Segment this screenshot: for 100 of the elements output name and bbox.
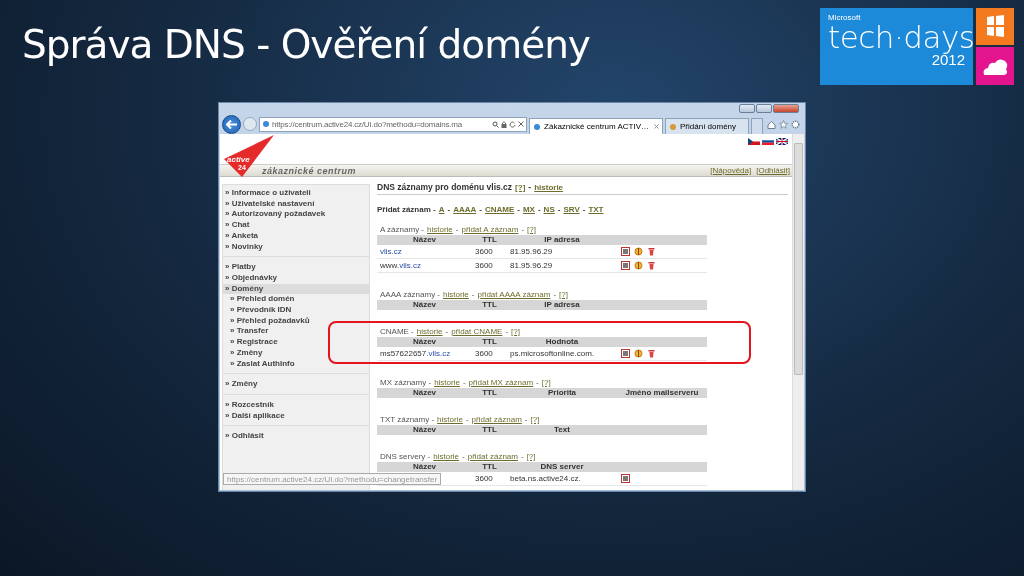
- circle-icon[interactable]: [634, 261, 643, 270]
- link[interactable]: [?]: [515, 183, 526, 192]
- column-header: TTL: [472, 425, 507, 435]
- edit-icon[interactable]: [621, 474, 630, 483]
- back-button[interactable]: [222, 114, 241, 134]
- ttl-cell: 3600: [475, 261, 493, 270]
- edit-icon[interactable]: [621, 349, 630, 358]
- sidebar-item[interactable]: » Platby: [223, 262, 369, 273]
- column-header: Text: [507, 425, 617, 435]
- flag-icon[interactable]: [762, 138, 774, 145]
- flag-icon[interactable]: [748, 138, 760, 145]
- sidebar-item[interactable]: » Změny: [223, 379, 369, 390]
- link[interactable]: přidat záznam: [471, 415, 522, 424]
- sidebar-item[interactable]: » Uživatelské nastavení: [223, 198, 369, 210]
- link[interactable]: historie: [427, 225, 453, 234]
- search-icon[interactable]: [492, 120, 500, 128]
- link[interactable]: [?]: [511, 327, 520, 336]
- circle-icon[interactable]: [634, 247, 643, 256]
- value-cell: 81.95.96.29: [510, 261, 553, 270]
- header-link[interactable]: [Nápověda]: [710, 166, 752, 175]
- column-header: Název: [377, 462, 472, 472]
- close-icon[interactable]: [654, 124, 659, 129]
- section-title: AAAA záznamy -: [380, 290, 441, 299]
- link[interactable]: CNAME: [484, 205, 515, 214]
- sidebar-item[interactable]: » Další aplikace: [223, 410, 369, 422]
- lock-icon[interactable]: [501, 120, 508, 128]
- ttl-cell: 3600: [475, 474, 493, 483]
- sidebar-item[interactable]: » Transfer: [223, 326, 369, 338]
- flag-icon[interactable]: [776, 138, 788, 145]
- link[interactable]: [?]: [530, 415, 540, 424]
- sidebar-item[interactable]: » Změny: [223, 347, 369, 359]
- sidebar-item[interactable]: » Informace o uživateli: [223, 188, 369, 199]
- trash-icon[interactable]: [647, 349, 656, 358]
- link[interactable]: historie: [443, 290, 469, 299]
- home-icon[interactable]: [767, 119, 776, 129]
- sidebar-item[interactable]: » Odhlásit: [223, 431, 369, 443]
- column-header: TTL: [472, 462, 507, 472]
- browser-tab[interactable]: Přidání domény: [665, 118, 749, 134]
- settings-icon[interactable]: [791, 119, 800, 129]
- add-record-label: Přidat záznam -: [377, 205, 436, 214]
- sidebar-item[interactable]: » Převodník IDN: [223, 305, 369, 316]
- sidebar-item[interactable]: » Domény: [223, 283, 369, 295]
- address-field[interactable]: https://centrum.active24.cz/UI.do?methodu=domains.ma: [259, 116, 528, 132]
- column-header: TTL: [472, 235, 507, 245]
- maximize-button[interactable]: [756, 104, 772, 113]
- link[interactable]: přidat záznam: [467, 452, 518, 461]
- link[interactable]: historie: [534, 183, 564, 192]
- close-icon[interactable]: [518, 121, 525, 127]
- page-heading: -: [528, 182, 532, 192]
- sidebar-item[interactable]: » Novinky: [223, 241, 369, 253]
- link[interactable]: SRV: [563, 205, 580, 214]
- sidebar-item[interactable]: » Chat: [223, 220, 369, 231]
- edit-icon[interactable]: [621, 247, 630, 256]
- section-title: -: [524, 415, 528, 424]
- section-title: -: [455, 225, 459, 234]
- link[interactable]: NS: [543, 205, 555, 214]
- link[interactable]: MX: [522, 205, 535, 214]
- sidebar-item[interactable]: » Přehled domén: [223, 294, 369, 306]
- link[interactable]: [?]: [526, 452, 536, 461]
- link[interactable]: přidat AAAA záznam: [477, 290, 551, 299]
- link[interactable]: historie: [434, 378, 460, 387]
- star-icon[interactable]: [779, 119, 788, 129]
- sidebar-item[interactable]: » Anketa: [223, 230, 369, 242]
- link[interactable]: [?]: [559, 290, 568, 299]
- column-header: DNS server: [507, 462, 617, 472]
- add-record-label: -: [582, 205, 586, 214]
- section-title: -: [445, 327, 449, 336]
- browser-tab[interactable]: Zákaznické centrum ACTIV…: [529, 118, 663, 134]
- link[interactable]: historie: [433, 452, 460, 461]
- link[interactable]: AAAA: [453, 205, 477, 214]
- link[interactable]: přidat A záznam: [461, 225, 519, 234]
- trash-icon[interactable]: [647, 247, 656, 256]
- link[interactable]: historie: [416, 327, 443, 336]
- header-link[interactable]: [Odhlásit]: [756, 166, 790, 175]
- circle-icon[interactable]: [634, 349, 643, 358]
- link[interactable]: přidat CNAME: [451, 327, 503, 336]
- refresh-icon[interactable]: [509, 120, 517, 128]
- link[interactable]: [?]: [541, 378, 551, 387]
- windows-logo-icon: [976, 8, 1014, 45]
- section-title: -: [462, 378, 466, 387]
- scrollbar[interactable]: [792, 134, 804, 490]
- edit-icon[interactable]: [621, 261, 630, 270]
- link[interactable]: A: [438, 205, 445, 214]
- trash-icon[interactable]: [647, 261, 656, 270]
- link[interactable]: TXT: [588, 205, 604, 214]
- sidebar-item[interactable]: » Přehled požadavků: [223, 315, 369, 327]
- sidebar-item[interactable]: » Registrace: [223, 337, 369, 348]
- ttl-cell: 3600: [475, 349, 493, 358]
- sidebar-item[interactable]: » Zaslat AuthInfo: [223, 358, 369, 370]
- add-record-label: -: [447, 205, 451, 214]
- ttl-cell: 3600: [475, 247, 493, 256]
- link[interactable]: přidat MX záznam: [468, 378, 534, 387]
- minimize-button[interactable]: [739, 104, 755, 113]
- link[interactable]: historie: [437, 415, 463, 424]
- sidebar-item[interactable]: » Autorizovaný požadavek: [223, 209, 369, 221]
- page-icon: [669, 122, 677, 131]
- sidebar-item[interactable]: » Objednávky: [223, 272, 369, 284]
- sidebar-item[interactable]: » Rozcestník: [223, 399, 369, 411]
- link[interactable]: [?]: [527, 225, 536, 234]
- section-title: -: [536, 378, 539, 387]
